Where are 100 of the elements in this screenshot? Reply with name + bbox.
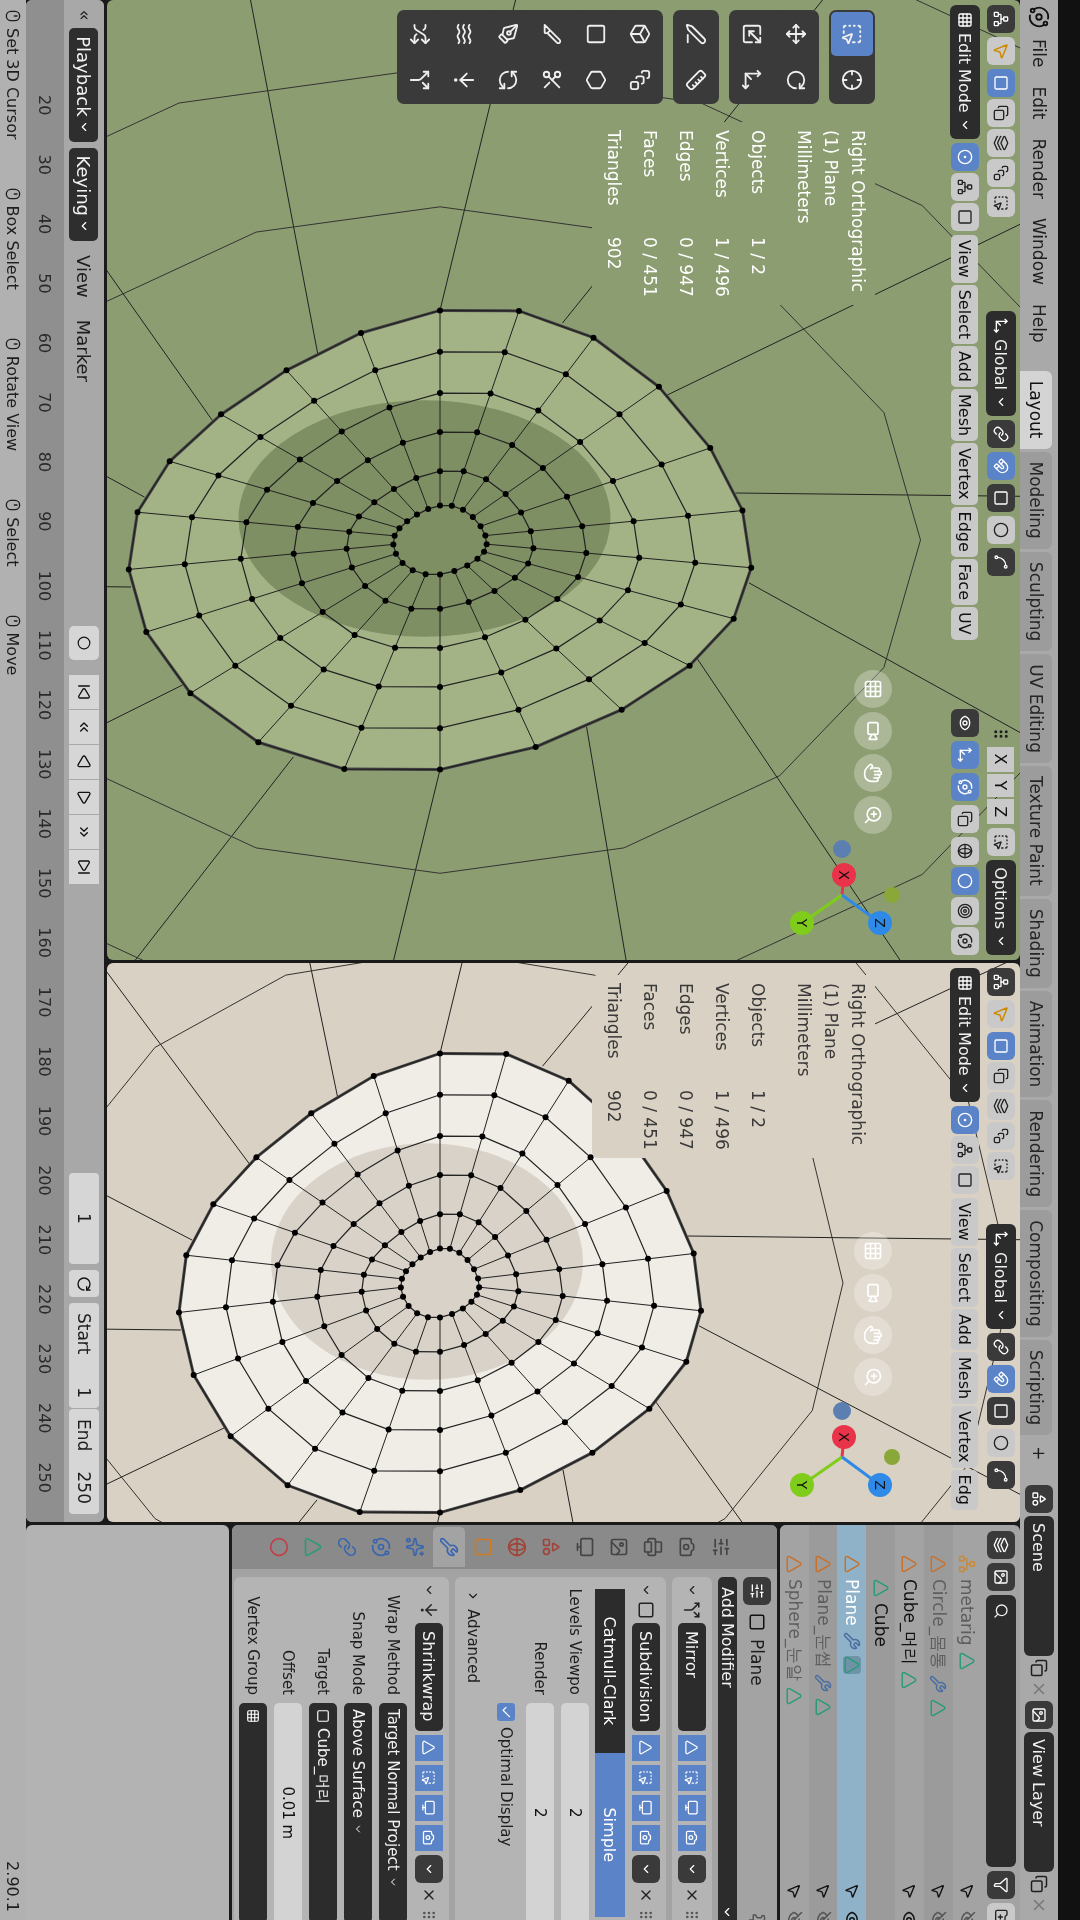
- workspace-tab[interactable]: Shading: [1020, 898, 1052, 988]
- stat-value: 902: [603, 237, 625, 272]
- stat-value: 902: [603, 1090, 625, 1125]
- viewport-info-text: Right Orthographic: [847, 983, 869, 1148]
- modifier-name-field[interactable]: Subdivision: [632, 1623, 660, 1731]
- orientation-dropdown[interactable]: Global: [986, 311, 1016, 417]
- viewport-menu[interactable]: Add: [951, 346, 979, 387]
- field-label: Target: [314, 1647, 332, 1695]
- object-title: Plane: [747, 1639, 767, 1686]
- timeline-menu[interactable]: Keying: [69, 147, 99, 242]
- frame-number: 200: [35, 1165, 55, 1198]
- axis-toggle[interactable]: X: [987, 746, 1015, 772]
- status-hint: Set 3D Cursor: [3, 28, 23, 140]
- workspace-tab[interactable]: Sculpting: [1020, 551, 1052, 652]
- number-field[interactable]: 2: [561, 1703, 589, 1920]
- field-label: Render: [531, 1640, 549, 1695]
- viewport-menu[interactable]: Mesh: [951, 389, 979, 442]
- menu-item[interactable]: Window: [1026, 209, 1052, 293]
- frame-number: 210: [35, 1224, 55, 1258]
- timeline-menu[interactable]: Marker: [69, 311, 99, 390]
- number-field[interactable]: 0.01 m: [274, 1703, 302, 1920]
- axis-gizmo-drawing[interactable]: X Y Z: [790, 1402, 900, 1497]
- status-hint: Rotate View: [3, 355, 23, 452]
- mode-dropdown[interactable]: Edit Mode: [950, 5, 980, 139]
- orientation-dropdown[interactable]: Global: [986, 1224, 1016, 1330]
- workspace-tab[interactable]: Rendering: [1020, 1100, 1052, 1208]
- viewport-menu[interactable]: Select: [951, 1247, 979, 1307]
- subdivision-type-button[interactable]: Catmull-Clark: [595, 1589, 625, 1753]
- stat-label: Objects: [747, 130, 769, 197]
- viewport-menu[interactable]: Vertex: [951, 443, 979, 505]
- dropdown-field[interactable]: Above Surface: [344, 1703, 372, 1920]
- viewport-menu[interactable]: View: [951, 234, 979, 283]
- object-field[interactable]: Cube_머리: [309, 1703, 337, 1920]
- subdivision-type-button[interactable]: Simple: [595, 1752, 625, 1917]
- workspace-tab[interactable]: Scripting: [1020, 1339, 1052, 1436]
- viewport-menu[interactable]: Vertex: [951, 1406, 979, 1468]
- viewport-menu[interactable]: UV: [951, 607, 979, 640]
- dropdown-field[interactable]: Target Normal Project: [379, 1703, 407, 1920]
- menu-item[interactable]: Edit: [1026, 78, 1052, 128]
- viewport-info-text: (1) Plane: [820, 130, 842, 209]
- start-frame-field[interactable]: Start 1: [69, 1303, 99, 1408]
- workspace-tab[interactable]: Animation: [1020, 990, 1052, 1098]
- frame-number: 180: [35, 1046, 55, 1079]
- mode-dropdown[interactable]: Edit Mode: [950, 968, 980, 1102]
- frame-number: 40: [35, 213, 55, 237]
- workspace-tab[interactable]: Texture Paint: [1020, 765, 1052, 896]
- workspace-tab[interactable]: Layout: [1020, 370, 1052, 449]
- axis-toggle[interactable]: Z: [987, 799, 1015, 825]
- menu-item[interactable]: Help: [1026, 295, 1052, 351]
- viewport-menu[interactable]: Mesh: [951, 1352, 979, 1405]
- stat-label: Faces: [639, 130, 661, 180]
- field-label: Vertex Group: [244, 1595, 262, 1695]
- subpanel-title[interactable]: Advanced: [464, 1609, 482, 1684]
- stat-value: 1 / 496: [711, 237, 733, 297]
- menu-item[interactable]: File: [1026, 31, 1052, 76]
- axis-toggle[interactable]: Y: [987, 773, 1015, 798]
- stat-label: Triangles: [603, 983, 625, 1061]
- frame-number: 120: [35, 689, 55, 723]
- frame-number: 80: [35, 451, 55, 475]
- timeline-menu[interactable]: Playback: [69, 28, 99, 142]
- current-frame-field[interactable]: 1: [69, 1172, 99, 1265]
- view-layer-field[interactable]: View Layer: [1024, 1732, 1054, 1872]
- options-dropdown[interactable]: Options: [986, 860, 1016, 955]
- workspace-tab[interactable]: Compositing: [1020, 1210, 1052, 1337]
- stat-label: Objects: [747, 983, 769, 1050]
- frame-number: 50: [35, 273, 55, 296]
- timeline-menu[interactable]: View: [69, 247, 99, 306]
- menu-item[interactable]: Render: [1026, 130, 1052, 207]
- stat-value: 0 / 947: [675, 237, 697, 297]
- viewport-menu[interactable]: Face: [951, 558, 979, 605]
- modifier-name-field[interactable]: Shrinkwrap: [415, 1623, 443, 1731]
- status-hint: Select: [3, 517, 23, 567]
- frame-number: 100: [35, 570, 55, 604]
- 3d-viewport[interactable]: Global Edit Mode View Select Add Mesh Vertex Edg Right Orthographic (1) Plane Millimeters Objects 1 / 2 Vertices 1 / 496 Edges 0 / 947 Faces 0 / 451 Triangles 902 X Y Z: [107, 963, 1020, 1522]
- object-name: Sphere_눈알: [783, 1579, 806, 1682]
- viewport-menu[interactable]: Select: [951, 284, 979, 344]
- modifier-name-field[interactable]: Mirror: [678, 1623, 706, 1731]
- stat-label: Edges: [675, 983, 697, 1037]
- add-modifier-dropdown[interactable]: Add Modifier: [718, 1577, 737, 1920]
- axis-gizmo-drawing[interactable]: X Y Z: [790, 840, 900, 935]
- viewport-menu[interactable]: Edg: [951, 1469, 979, 1510]
- workspace-tab[interactable]: Modeling: [1020, 451, 1052, 549]
- object-name: Plane_눈썹: [812, 1579, 835, 1669]
- outliner-row[interactable]: Cube: [866, 1525, 896, 1920]
- frame-number: 20: [35, 95, 55, 118]
- viewport-menu[interactable]: Add: [951, 1309, 979, 1350]
- add-workspace-button[interactable]: +: [1026, 1438, 1052, 1469]
- stat-value: 0 / 451: [639, 237, 661, 297]
- viewport-menu[interactable]: View: [951, 1197, 979, 1246]
- frame-number: 160: [35, 927, 55, 960]
- end-frame-field[interactable]: End 250: [69, 1409, 99, 1514]
- scene-field[interactable]: Scene: [1024, 1516, 1054, 1656]
- number-field[interactable]: 2: [526, 1703, 554, 1920]
- field-label: Snap Mode: [349, 1610, 367, 1695]
- frame-number: 150: [35, 867, 55, 901]
- workspace-tab[interactable]: UV Editing: [1020, 654, 1052, 763]
- object-name: Cube: [870, 1603, 891, 1647]
- stat-value: 1 / 2: [747, 237, 769, 278]
- viewport-menu[interactable]: Edge: [951, 506, 979, 557]
- 3d-viewport[interactable]: Global X Y Z Options Edit Mode View Select Add Mesh Vertex Edge Face UV Right Orthographic (1) Plane Millimeters Objects 1 / 2 Vertices 1 / 496 Edges 0 / 947 Faces 0 / 451 Triangles 902 X Y Z: [107, 0, 1020, 960]
